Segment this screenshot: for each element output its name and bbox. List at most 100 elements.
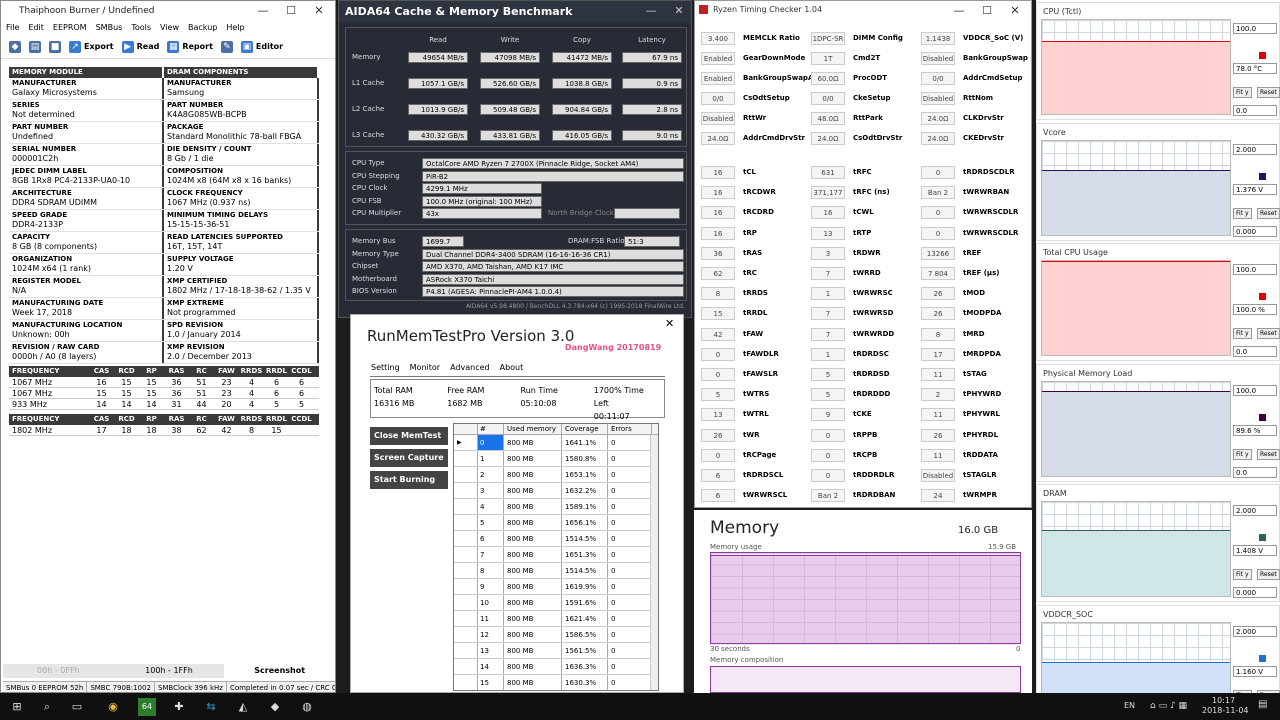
teamviewer-icon[interactable]: ⇆	[202, 698, 220, 716]
table-row[interactable]: 6 800 MB 1514.5% 0	[454, 531, 658, 547]
fit-y-button[interactable]: Fit y	[1233, 87, 1252, 98]
editor-button[interactable]: ▣ Editor	[240, 40, 283, 53]
tab-0[interactable]: 00h - 0FFh	[3, 664, 114, 678]
rtc-label: tRCPage	[743, 450, 777, 459]
table-row[interactable]: 11 800 MB 1621.4% 0	[454, 611, 658, 627]
table-row[interactable]: 2 800 MB 1653.1% 0	[454, 467, 658, 483]
maximize-button[interactable]: ☐	[973, 1, 1001, 21]
menu-help[interactable]: Help	[226, 21, 244, 35]
minimize-button[interactable]: —	[249, 1, 277, 21]
clock-time[interactable]: 10:17	[1212, 696, 1235, 705]
rmt-tab-advanced[interactable]: Advanced	[450, 363, 490, 372]
freq-cell: 44	[196, 400, 207, 409]
fit-y-button[interactable]: Fit y	[1233, 328, 1252, 339]
menu-smbus[interactable]: SMBus	[96, 21, 123, 35]
save-icon[interactable]: ■	[49, 40, 61, 53]
table-row[interactable]: 9 800 MB 1619.9% 0	[454, 579, 658, 595]
menu-backup[interactable]: Backup	[188, 21, 217, 35]
task-view-icon[interactable]: ▭	[68, 698, 86, 716]
rmt-thread-table: # Used memory Coverage Errors ▶ 0 800 MB 1641.1…	[453, 423, 659, 691]
freq_rows-table: FREQUENCY CAS RCD RP RAS RC FAW RRDS RRDL CCDL 106…	[9, 366, 319, 410]
screen-capture-button[interactable]: Screen Capture	[370, 449, 448, 467]
reset-button[interactable]: Reset	[1257, 87, 1280, 98]
rtc-taskbar-icon[interactable]: ◆	[266, 698, 284, 716]
spd-row: PART NUMBER Undefined PACKAGE Standard Mono…	[9, 122, 319, 144]
rtc-value: 1T	[811, 52, 845, 65]
table-row[interactable]: 5 800 MB 1656.1% 0	[454, 515, 658, 531]
tools-icon[interactable]: ✎	[220, 40, 233, 53]
tab-1[interactable]: 100h - 1FFh	[114, 664, 225, 678]
close-button[interactable]: ✕	[305, 1, 333, 21]
aida-benchmark-grid: Read Write Copy Latency Memory 49654 MB/s 4709…	[345, 27, 687, 147]
rmt-scrollbar[interactable]	[650, 435, 658, 690]
language-indicator[interactable]: EN	[1124, 701, 1135, 710]
monitor-title: CPU (Tctl)	[1043, 7, 1082, 16]
maximize-button[interactable]: ☐	[277, 1, 305, 21]
read-button[interactable]: ▶ Read	[121, 40, 159, 53]
table-row[interactable]: 7 800 MB 1651.3% 0	[454, 547, 658, 563]
close-button[interactable]: ✕	[665, 1, 691, 21]
table-row[interactable]: 8 800 MB 1514.5% 0	[454, 563, 658, 579]
table-row[interactable]: 1 800 MB 1580.8% 0	[454, 451, 658, 467]
open-icon[interactable]: ◆	[9, 40, 21, 53]
table-row[interactable]: 13 800 MB 1561.5% 0	[454, 643, 658, 659]
rtc-label: tCWL	[853, 208, 874, 217]
rtc-row: 16 tRP 13 tRTP 0 tWRWRSCDLR	[701, 226, 1027, 241]
thaiphoon-status-bar: SMBus 0 EEPROM 52h SMBC 790B:1002 SMBClock…	[3, 681, 335, 692]
tray-icons[interactable]: ⌂ ▭ ♪ ▦	[1150, 701, 1187, 711]
chrome-icon[interactable]: ◉	[104, 698, 122, 716]
aida64-taskbar-icon[interactable]: 64	[138, 698, 156, 716]
report-button[interactable]: ▦ Report	[167, 40, 213, 53]
table-row[interactable]: 12 800 MB 1586.5% 0	[454, 627, 658, 643]
table-row[interactable]: 3 800 MB 1632.2% 0	[454, 483, 658, 499]
tab-2[interactable]: Screenshot	[224, 664, 335, 678]
close-button[interactable]: ✕	[1001, 1, 1029, 21]
minimize-button[interactable]: —	[945, 1, 973, 21]
menu-eeprom[interactable]: EEPROM	[53, 21, 87, 35]
table-row[interactable]: 15 800 MB 1630.3% 0	[454, 675, 658, 690]
load-icon[interactable]: ▤	[29, 40, 41, 53]
app-taskbar-icon[interactable]: ◍	[298, 698, 316, 716]
reset-button[interactable]: Reset	[1257, 448, 1280, 460]
start-burning-button[interactable]: Start Burning	[370, 471, 448, 489]
rmt-tab-setting[interactable]: Setting	[371, 363, 400, 372]
clock-date[interactable]: 2018-11-04	[1202, 706, 1249, 715]
minimize-button[interactable]: —	[637, 1, 665, 21]
rtc-title: Ryzen Timing Checker 1.04	[713, 5, 823, 14]
close-icon[interactable]: ✕	[665, 317, 674, 330]
row-pointer	[454, 595, 478, 610]
notification-icon[interactable]: ▤	[1258, 699, 1267, 710]
start-icon[interactable]: ⊞	[8, 698, 26, 716]
table-row[interactable]: ▶ 0 800 MB 1641.1% 0	[454, 435, 658, 451]
freq-col-header: RAS	[168, 367, 185, 375]
fit-y-button[interactable]: Fit y	[1233, 207, 1252, 219]
rmt-stat-label: Total RAM	[374, 386, 413, 395]
rmt-tab-about[interactable]: About	[500, 363, 524, 372]
close-memtest-button[interactable]: Close MemTest	[370, 427, 448, 445]
plus-icon[interactable]: ✚	[170, 698, 188, 716]
menu-file[interactable]: File	[6, 21, 19, 35]
rtc-value: 26	[921, 428, 955, 442]
rmt-cell: 0	[608, 675, 652, 690]
thaiphoon-taskbar-icon[interactable]: ◭	[234, 698, 252, 716]
reset-button[interactable]: Reset	[1257, 569, 1280, 580]
freq-col-header: RRDL	[265, 415, 288, 423]
monitor-fill	[1042, 390, 1230, 476]
reset-button[interactable]: Reset	[1257, 328, 1280, 339]
rmt-tab-monitor[interactable]: Monitor	[410, 363, 440, 372]
search-icon[interactable]: ⌕	[38, 698, 56, 716]
rtc-label: tRDRDSC	[853, 349, 889, 358]
menu-tools[interactable]: Tools	[131, 21, 151, 35]
table-row[interactable]: 4 800 MB 1589.1% 0	[454, 499, 658, 515]
rtc-value: 60.0Ω	[811, 72, 845, 85]
rtc-label: tPHYWRD	[963, 390, 1002, 399]
fit-y-button[interactable]: Fit y	[1233, 448, 1252, 460]
table-row[interactable]: 10 800 MB 1591.6% 0	[454, 595, 658, 611]
table-row[interactable]: 14 800 MB 1636.3% 0	[454, 659, 658, 675]
reset-button[interactable]: Reset	[1257, 207, 1280, 219]
menu-view[interactable]: View	[160, 21, 179, 35]
export-button[interactable]: ↗ Export	[69, 40, 114, 53]
rtc-app-icon	[699, 5, 708, 14]
fit-y-button[interactable]: Fit y	[1233, 569, 1252, 580]
menu-edit[interactable]: Edit	[28, 21, 44, 35]
